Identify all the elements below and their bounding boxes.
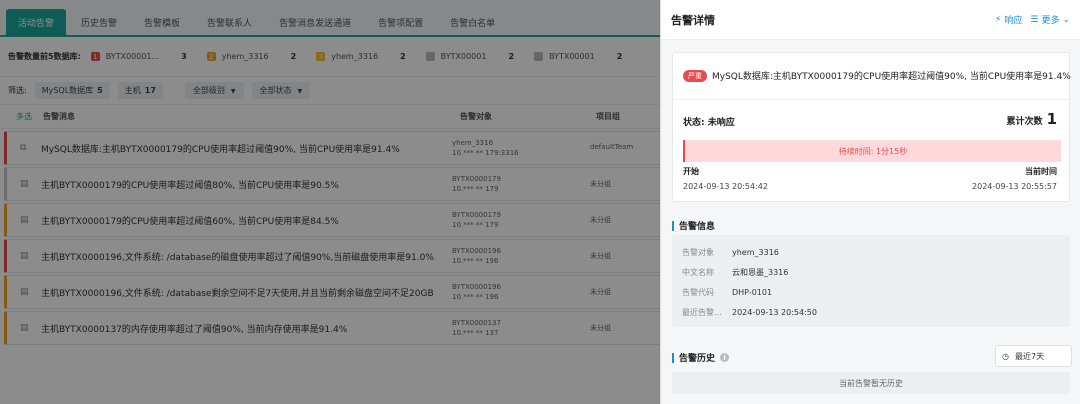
duration-text: 持续时间: 1分15秒 <box>838 146 908 156</box>
info-value: 云和恩墨_3316 <box>732 268 789 277</box>
info-value: 2024-09-13 20:54:50 <box>732 308 817 317</box>
drawer-header: 告警详情 ⚡ 响应 ☰ 更多 ⌄ <box>661 0 1080 40</box>
start-time: 2024-09-13 20:54:42 <box>683 182 768 191</box>
duration-bar: 持续时间: 1分15秒 <box>683 140 1061 162</box>
info-row: 告警对象 yhem_3316 <box>682 247 779 258</box>
time-range-button[interactable]: ◷ 最近7天 <box>995 345 1072 367</box>
more-menu-button[interactable]: ☰ 更多 ⌄ <box>1030 13 1070 27</box>
start-label: 开始 <box>683 167 699 176</box>
divider <box>673 99 1069 100</box>
section-alert-history: 告警历史 i <box>672 351 730 364</box>
current-time-label: 当前时间 <box>1025 167 1057 176</box>
drawer-actions: ⚡ 响应 ☰ 更多 ⌄ <box>995 13 1070 27</box>
clock-icon: ◷ <box>1002 351 1009 361</box>
respond-label: 响应 <box>1004 16 1023 26</box>
list-icon: ☰ <box>1030 14 1039 25</box>
empty-text: 当前告警暂无历史 <box>839 378 903 388</box>
drawer-title: 告警详情 <box>671 13 715 27</box>
info-key: 最近告警... <box>682 308 722 317</box>
info-row: 最近告警... 2024-09-13 20:54:50 <box>682 307 817 318</box>
time-range-label: 最近7天 <box>1014 351 1045 361</box>
section-title: 告警信息 <box>679 222 716 232</box>
info-row: 告警代码 DHP-0101 <box>682 287 772 298</box>
alert-title-row: 严重 MySQL数据库:主机BYTX0000179的CPU使用率超过阈值90%,… <box>683 69 1071 82</box>
chevron-down-icon: ⌄ <box>1062 14 1070 25</box>
info-key: 中文名称 <box>682 268 714 277</box>
alert-summary-card: 严重 MySQL数据库:主机BYTX0000179的CPU使用率超过阈值90%,… <box>672 52 1071 202</box>
alert-title: MySQL数据库:主机BYTX0000179的CPU使用率超过阈值90%, 当前… <box>712 72 1071 82</box>
count-label: 累计次数 <box>1006 117 1043 127</box>
info-value: yhem_3316 <box>732 248 779 257</box>
history-empty-state: 当前告警暂无历史 <box>672 372 1070 394</box>
current-time: 2024-09-13 20:55:57 <box>972 182 1057 191</box>
cumulative-count: 累计次数 1 <box>1007 110 1057 128</box>
alert-status: 状态: 未响应 <box>683 118 735 128</box>
section-alert-info: 告警信息 <box>672 219 715 232</box>
respond-button[interactable]: ⚡ 响应 <box>995 13 1023 27</box>
info-key: 告警代码 <box>682 288 714 297</box>
alert-detail-drawer: 告警详情 ⚡ 响应 ☰ 更多 ⌄ 严重 MySQL数据库:主机BYTX0000179的… <box>660 0 1080 404</box>
info-row: 中文名称 云和恩墨_3316 <box>682 267 788 278</box>
info-icon[interactable]: i <box>720 353 730 362</box>
alert-info-box: 告警对象 yhem_3316 中文名称 云和恩墨_3316 告警代码 DHP-0101… <box>672 235 1070 327</box>
modal-overlay[interactable] <box>0 0 660 404</box>
severity-badge: 严重 <box>683 69 707 82</box>
info-key: 告警对象 <box>682 248 714 257</box>
lightning-icon: ⚡ <box>995 14 1002 25</box>
more-label: 更多 <box>1041 16 1060 26</box>
section-title: 告警历史 <box>679 354 716 364</box>
count-value: 1 <box>1046 110 1057 128</box>
info-value: DHP-0101 <box>732 288 773 297</box>
